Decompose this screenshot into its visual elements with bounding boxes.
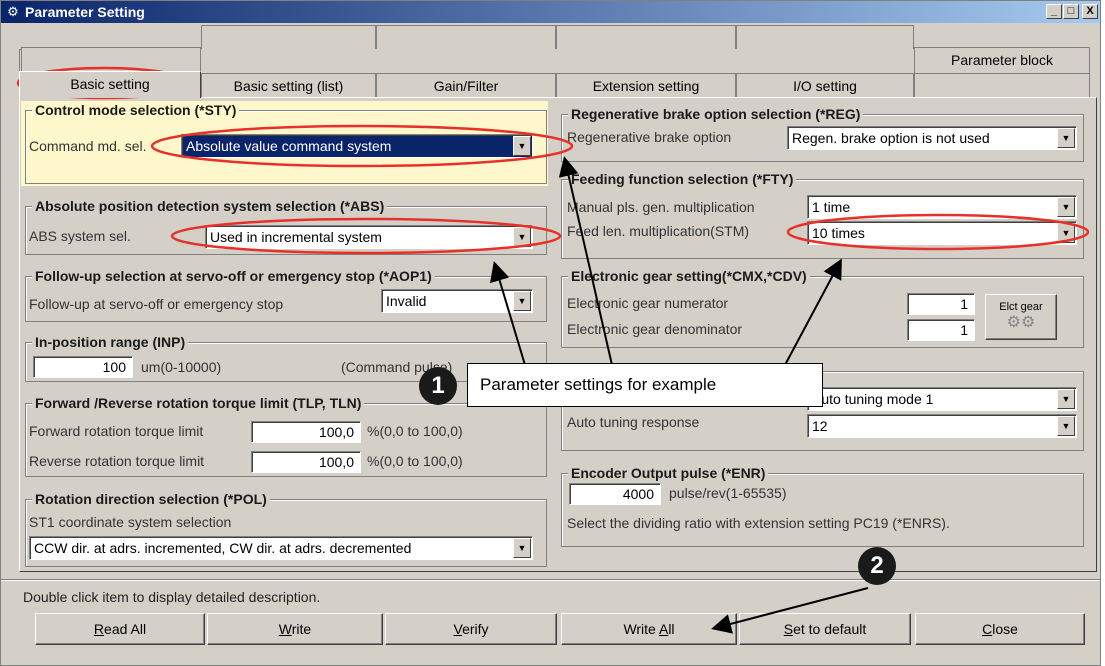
- window-title: Parameter Setting: [25, 4, 145, 20]
- encoder-range: pulse/rev(1-65535): [669, 485, 787, 501]
- feed-length-value: 10 times: [812, 225, 865, 241]
- feed-length-select[interactable]: 10 times ▼: [807, 221, 1077, 245]
- close-button[interactable]: Close: [915, 613, 1085, 645]
- feeding-group: Feeding function selection (*FTY): [561, 171, 1084, 259]
- inposition-input[interactable]: 100: [33, 356, 133, 378]
- control-mode-legend: Control mode selection (*STY): [32, 102, 240, 118]
- footer-hint: Double click item to display detailed de…: [23, 589, 321, 605]
- parameter-setting-window: ⚙ Parameter Setting _ □ X Parameter bloc…: [0, 0, 1101, 666]
- tab-placeholder: [376, 25, 556, 49]
- encoder-legend: Encoder Output pulse (*ENR): [568, 465, 769, 481]
- feed-length-label: Feed len. multiplication(STM): [567, 223, 750, 239]
- forward-torque-label: Forward rotation torque limit: [29, 423, 204, 439]
- followup-legend: Follow-up selection at servo-off or emer…: [32, 268, 435, 284]
- chevron-down-icon[interactable]: ▼: [513, 538, 531, 558]
- gear-legend: Electronic gear setting(*CMX,*CDV): [568, 268, 810, 284]
- rotation-label: ST1 coordinate system selection: [29, 514, 232, 530]
- chevron-down-icon[interactable]: ▼: [1057, 128, 1075, 148]
- inposition-range: um(0-10000): [141, 359, 222, 375]
- manual-pulse-label: Manual pls. gen. multiplication: [567, 199, 755, 215]
- abs-value: Used in incremental system: [210, 229, 382, 245]
- regen-label: Regenerative brake option: [567, 129, 732, 145]
- autotune-response-value: 12: [812, 418, 828, 434]
- autotune-response-label: Auto tuning response: [567, 414, 700, 430]
- autotune-mode-select[interactable]: Auto tuning mode 1 ▼: [807, 387, 1077, 411]
- gear-pair-icon: ⚙: [7, 4, 19, 19]
- footer-divider: [1, 579, 1100, 581]
- chevron-down-icon[interactable]: ▼: [1057, 389, 1075, 409]
- tab-placeholder: [201, 25, 376, 49]
- tab-gain-filter[interactable]: Gain/Filter: [376, 73, 556, 97]
- regen-select[interactable]: Regen. brake option is not used ▼: [787, 126, 1077, 150]
- command-mode-label: Command md. sel.: [29, 138, 147, 154]
- minimize-button[interactable]: _: [1046, 4, 1062, 19]
- followup-value: Invalid: [386, 293, 427, 309]
- abs-label: ABS system sel.: [29, 228, 131, 244]
- manual-pulse-select[interactable]: 1 time ▼: [807, 195, 1077, 219]
- gear-denominator-input[interactable]: 1: [907, 319, 975, 341]
- tab-basic-setting-list[interactable]: Basic setting (list): [201, 73, 376, 97]
- chevron-down-icon[interactable]: ▼: [1057, 416, 1075, 436]
- write-all-button[interactable]: Write All: [561, 613, 737, 645]
- command-mode-select[interactable]: Absolute value command system ▼: [181, 134, 533, 158]
- badge-2: 2: [858, 547, 896, 585]
- reverse-torque-range: %(0,0 to 100,0): [367, 453, 463, 469]
- encoder-pulse-input[interactable]: 4000: [569, 483, 661, 505]
- electronic-gear-label: Elct gear: [999, 301, 1043, 313]
- command-mode-value: Absolute value command system: [186, 138, 392, 154]
- chevron-down-icon[interactable]: ▼: [513, 227, 531, 247]
- rotation-select[interactable]: CCW dir. at adrs. incremented, CW dir. a…: [29, 536, 533, 560]
- feeding-legend: Feeding function selection (*FTY): [568, 171, 797, 187]
- regen-value: Regen. brake option is not used: [792, 130, 990, 146]
- rotation-value: CCW dir. at adrs. incremented, CW dir. a…: [34, 540, 412, 556]
- chevron-down-icon[interactable]: ▼: [1057, 223, 1075, 243]
- followup-label: Follow-up at servo-off or emergency stop: [29, 296, 284, 312]
- verify-button[interactable]: Verify: [385, 613, 557, 645]
- tab-io-setting[interactable]: I/O setting: [736, 73, 914, 97]
- write-button[interactable]: Write: [207, 613, 383, 645]
- reverse-torque-label: Reverse rotation torque limit: [29, 453, 205, 469]
- followup-select[interactable]: Invalid ▼: [381, 289, 533, 313]
- reverse-torque-input[interactable]: 100,0: [251, 451, 361, 473]
- autotune-response-select[interactable]: 12 ▼: [807, 414, 1077, 438]
- rotation-legend: Rotation direction selection (*POL): [32, 491, 270, 507]
- manual-pulse-value: 1 time: [812, 199, 851, 215]
- tab-placeholder: [556, 25, 736, 49]
- title-bar[interactable]: ⚙ Parameter Setting _ □ X: [1, 1, 1100, 23]
- tab-extension-setting[interactable]: Extension setting: [556, 73, 736, 97]
- tab-parameter-block[interactable]: Parameter block: [914, 47, 1090, 73]
- abs-select[interactable]: Used in incremental system ▼: [205, 225, 533, 249]
- torque-legend: Forward /Reverse rotation torque limit (…: [32, 395, 365, 411]
- forward-torque-range: %(0,0 to 100,0): [367, 423, 463, 439]
- autotune-mode-value: Auto tuning mode 1: [812, 391, 934, 407]
- chevron-down-icon[interactable]: ▼: [513, 136, 531, 156]
- chevron-down-icon[interactable]: ▼: [513, 291, 531, 311]
- callout-box: Parameter settings for example: [467, 363, 823, 407]
- gear-denominator-label: Electronic gear denominator: [567, 321, 743, 337]
- abs-legend: Absolute position detection system selec…: [32, 198, 388, 214]
- read-all-button[interactable]: Read All: [35, 613, 205, 645]
- encoder-note: Select the dividing ratio with extension…: [567, 515, 950, 531]
- regen-legend: Regenerative brake option selection (*RE…: [568, 106, 864, 122]
- close-window-button[interactable]: X: [1082, 4, 1098, 19]
- chevron-down-icon[interactable]: ▼: [1057, 197, 1075, 217]
- tab-empty: [914, 73, 1090, 97]
- gears-icon: ⚙⚙: [1006, 314, 1036, 331]
- inposition-legend: In-position range (INP): [32, 334, 189, 350]
- set-to-default-button[interactable]: Set to default: [739, 613, 911, 645]
- maximize-button[interactable]: □: [1063, 4, 1079, 19]
- tab-basic-setting[interactable]: Basic setting: [19, 71, 201, 98]
- tab-placeholder: [736, 25, 914, 49]
- forward-torque-input[interactable]: 100,0: [251, 421, 361, 443]
- gear-numerator-input[interactable]: 1: [907, 293, 975, 315]
- electronic-gear-button[interactable]: Elct gear ⚙⚙: [985, 294, 1057, 340]
- gear-numerator-label: Electronic gear numerator: [567, 295, 729, 311]
- badge-1: 1: [419, 367, 457, 405]
